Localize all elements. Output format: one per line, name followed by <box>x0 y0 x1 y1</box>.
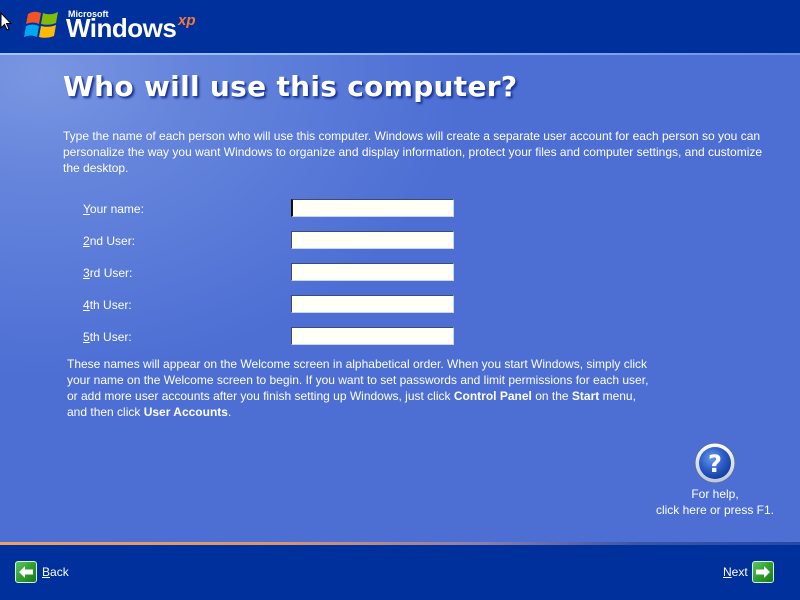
windows-flag-icon <box>24 11 58 38</box>
help-line2: click here or press F1. <box>655 503 775 517</box>
outro-part: on the <box>531 389 572 403</box>
label-text: nd User: <box>89 234 136 248</box>
label-text: ack <box>50 565 69 579</box>
page-title: Who will use this computer? <box>63 70 518 103</box>
user3-input[interactable] <box>291 263 454 281</box>
user5-input[interactable] <box>291 327 454 345</box>
access-key: 2 <box>83 234 90 248</box>
user4-label: 4th User: <box>83 298 132 312</box>
arrow-left-icon <box>15 561 37 583</box>
help-question-icon[interactable]: ? <box>693 442 737 486</box>
help-link[interactable]: For help, click here or press F1. <box>640 486 790 518</box>
label-text: th User: <box>89 298 132 312</box>
control-panel-emphasis: Control Panel <box>453 389 532 403</box>
mouse-cursor-icon <box>0 12 12 31</box>
your-name-input[interactable] <box>291 199 454 217</box>
user4-input[interactable] <box>291 295 454 313</box>
access-key: 3 <box>83 266 90 280</box>
back-label: Back <box>42 565 69 579</box>
access-key: Y <box>83 202 90 216</box>
user-accounts-emphasis: User Accounts <box>143 405 228 419</box>
help-line1: For help, <box>691 487 739 501</box>
intro-text: Type the name of each person who will us… <box>63 129 763 175</box>
access-key: B <box>42 565 51 579</box>
arrow-right-icon <box>751 561 774 583</box>
next-button[interactable]: Next <box>723 561 774 583</box>
back-button[interactable]: Back <box>15 561 69 583</box>
svg-text:?: ? <box>708 450 722 478</box>
label-text: ext <box>731 565 748 579</box>
outro-part: . <box>227 405 232 419</box>
next-label: Next <box>723 565 748 579</box>
label-text: th User: <box>89 330 132 344</box>
access-key: 4 <box>83 298 90 312</box>
logo-xp-text: xp <box>178 12 196 29</box>
logo-windows-text: Windows <box>66 13 177 43</box>
label-text: our name: <box>89 202 144 216</box>
label-text: rd User: <box>89 266 133 280</box>
user2-input[interactable] <box>291 231 454 249</box>
outro-text: These names will appear on the Welcome s… <box>67 356 657 420</box>
footer-bar <box>0 545 800 600</box>
user5-label: 5th User: <box>83 330 132 344</box>
header-bar: Microsoft Windows xp <box>0 0 800 53</box>
user3-label: 3rd User: <box>83 266 132 280</box>
start-emphasis: Start <box>571 389 600 403</box>
user2-label: 2nd User: <box>83 234 135 248</box>
access-key: N <box>723 565 732 579</box>
access-key: 5 <box>83 330 90 344</box>
your-name-label: Your name: <box>83 202 144 216</box>
